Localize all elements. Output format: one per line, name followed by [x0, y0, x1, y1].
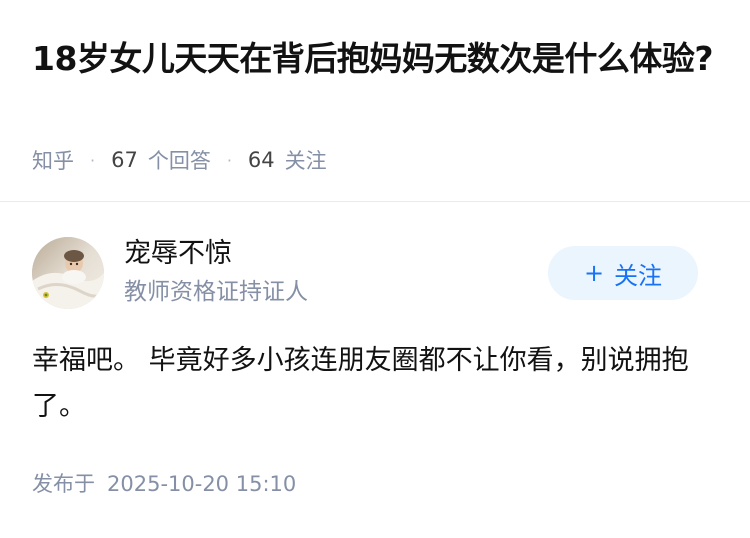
meta-separator: ·	[226, 150, 232, 170]
avatar-photo-icon	[32, 237, 104, 309]
answer-time: 发布于 2025-10-20 15:10	[32, 468, 296, 498]
source-label[interactable]: 知乎	[32, 145, 74, 175]
question-title[interactable]: 18岁女儿天天在背后抱妈妈无数次是什么体验?	[32, 34, 722, 83]
avatar[interactable]	[32, 237, 104, 309]
published-label: 发布于	[32, 472, 95, 496]
answer-content[interactable]: 幸福吧。 毕竟好多小孩连朋友圈都不让你看，别说拥抱了。	[32, 338, 722, 430]
author-badge: 教师资格证持证人	[124, 279, 308, 305]
published-time: 2025-10-20 15:10	[107, 472, 297, 496]
follow-button-label: 关注	[614, 261, 663, 290]
author-name[interactable]: 宠辱不惊	[124, 236, 232, 272]
answer-card: 宠辱不惊 教师资格证持证人 + 关注 幸福吧。 毕竟好多小孩连朋友圈都不让你看，…	[0, 202, 750, 538]
plus-icon: +	[583, 259, 605, 287]
follow-count: 64	[247, 148, 275, 172]
question-meta: 知乎 · 67 个回答 · 64 关注	[32, 145, 327, 175]
meta-separator: ·	[90, 150, 96, 170]
answer-count-label[interactable]: 个回答	[148, 145, 211, 175]
follow-button[interactable]: + 关注	[548, 246, 698, 300]
follow-count-label[interactable]: 关注	[285, 145, 327, 175]
question-header: 18岁女儿天天在背后抱妈妈无数次是什么体验? 知乎 · 67 个回答 · 64 …	[0, 0, 750, 200]
answer-count: 67	[111, 148, 138, 172]
